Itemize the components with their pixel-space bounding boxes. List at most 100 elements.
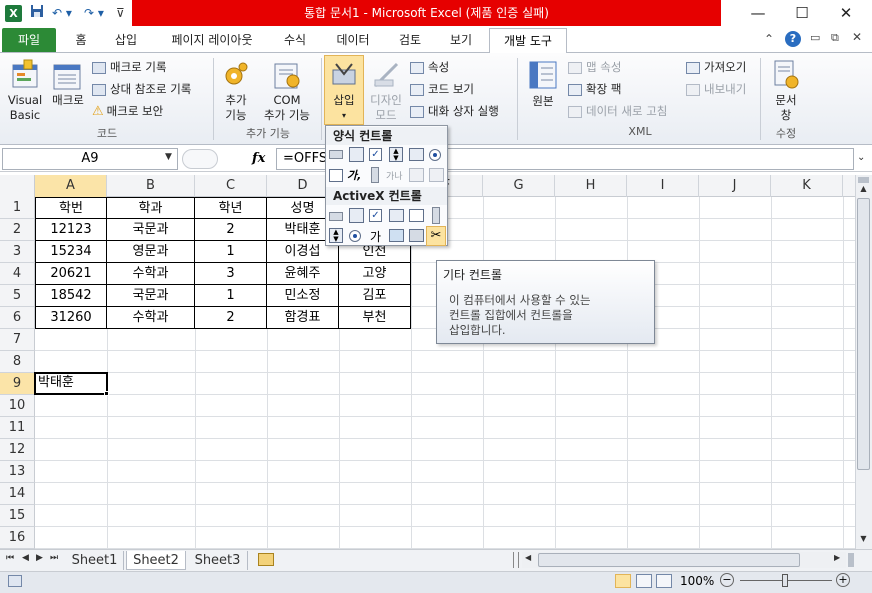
row-header-13[interactable]: 13 xyxy=(0,461,35,483)
row-header-8[interactable]: 8 xyxy=(0,351,35,373)
scroll-up-icon[interactable]: ▲ xyxy=(858,184,869,193)
form-textfield-icon[interactable]: 가나 xyxy=(386,169,403,182)
activex-scrollbar-icon[interactable] xyxy=(432,207,440,224)
cell-a2[interactable]: 12123 xyxy=(35,219,107,241)
cell-e6[interactable]: 부천 xyxy=(339,307,411,329)
workbook-minimize-icon[interactable]: ▭ xyxy=(810,31,820,44)
workbook-restore-icon[interactable]: ⧉ xyxy=(831,31,839,45)
cell-b1[interactable]: 학과 xyxy=(107,197,195,219)
row-header-3[interactable]: 3 xyxy=(0,241,35,263)
row-header-1[interactable]: 1 xyxy=(0,197,35,219)
cell-a1[interactable]: 학번 xyxy=(35,197,107,219)
column-header-k[interactable]: K xyxy=(771,175,843,197)
column-header-g[interactable]: G xyxy=(483,175,555,197)
sheet-nav-first-icon[interactable]: ⏮ xyxy=(6,553,14,563)
sheet-nav-prev-icon[interactable]: ◀ xyxy=(22,553,29,563)
form-option-button-icon[interactable] xyxy=(429,149,441,161)
name-box[interactable]: A9 xyxy=(2,148,178,170)
macro-security-button[interactable]: ⚠ 매크로 보안 xyxy=(92,101,163,121)
column-header-j[interactable]: J xyxy=(699,175,771,197)
cell-d4[interactable]: 윤혜주 xyxy=(267,263,339,285)
formula-bar-handle[interactable] xyxy=(182,149,218,169)
view-code-button[interactable]: 코드 보기 xyxy=(410,79,474,99)
split-box-icon[interactable] xyxy=(858,177,869,183)
sheet-tab-sheet2[interactable]: Sheet2 xyxy=(126,551,186,570)
maximize-button[interactable]: ☐ xyxy=(780,0,824,26)
page-layout-view-icon[interactable] xyxy=(636,574,652,588)
insert-sheet-icon[interactable] xyxy=(258,553,274,566)
zoom-level[interactable]: 100% xyxy=(680,574,714,588)
help-icon[interactable]: ? xyxy=(785,31,801,47)
column-header-c[interactable]: C xyxy=(195,175,267,197)
scroll-left-icon[interactable]: ◀ xyxy=(525,553,531,562)
activex-button-icon[interactable] xyxy=(329,212,343,221)
scroll-down-icon[interactable]: ▼ xyxy=(858,534,869,543)
relative-reference-button[interactable]: 상대 참조로 기록 xyxy=(92,79,191,99)
insert-function-icon[interactable]: fx xyxy=(252,151,265,166)
activex-label-icon[interactable]: 가 xyxy=(370,228,381,245)
cell-c6[interactable]: 2 xyxy=(195,307,267,329)
column-header-h[interactable]: H xyxy=(555,175,627,197)
xml-source-button[interactable]: 원본 xyxy=(524,57,562,117)
activex-spinner-icon[interactable]: ▲ ▼ xyxy=(329,228,343,243)
column-header-i[interactable]: I xyxy=(627,175,699,197)
addins-button[interactable]: 추가 기능 xyxy=(218,57,254,123)
sheet-nav-next-icon[interactable]: ▶ xyxy=(36,553,43,563)
cell-b4[interactable]: 수학과 xyxy=(107,263,195,285)
page-break-view-icon[interactable] xyxy=(656,574,672,588)
more-controls-icon[interactable]: ✂ xyxy=(426,226,446,246)
tab-home[interactable]: 홈 xyxy=(68,27,94,53)
zoom-slider-thumb[interactable] xyxy=(782,574,788,587)
undo-icon[interactable]: ↶ ▾ xyxy=(52,4,72,22)
zoom-in-icon[interactable]: + xyxy=(836,573,850,587)
tab-page-layout[interactable]: 페이지 레이아웃 xyxy=(160,27,264,53)
ribbon-collapse-icon[interactable]: ⌃ xyxy=(764,32,774,46)
workbook-close-icon[interactable]: ✕ xyxy=(852,30,862,44)
cell-c5[interactable]: 1 xyxy=(195,285,267,307)
cell-c4[interactable]: 3 xyxy=(195,263,267,285)
cell-a5[interactable]: 18542 xyxy=(35,285,107,307)
form-groupbox-icon[interactable] xyxy=(329,169,343,182)
visual-basic-button[interactable]: Visual Basic xyxy=(4,57,46,123)
properties-button[interactable]: 속성 xyxy=(410,57,449,77)
tab-file[interactable]: 파일 xyxy=(2,28,56,52)
activex-image-icon[interactable] xyxy=(389,229,404,242)
tab-formulas[interactable]: 수식 xyxy=(278,27,312,53)
row-header-7[interactable]: 7 xyxy=(0,329,35,351)
redo-icon[interactable]: ↷ ▾ xyxy=(84,4,104,22)
activex-listbox-icon[interactable] xyxy=(389,209,404,222)
row-header-2[interactable]: 2 xyxy=(0,219,35,241)
sheet-nav-last-icon[interactable]: ⏭ xyxy=(50,553,58,563)
row-header-4[interactable]: 4 xyxy=(0,263,35,285)
horizontal-scroll-thumb[interactable] xyxy=(538,553,800,567)
export-button[interactable]: 내보내기 xyxy=(686,79,746,99)
vertical-scroll-thumb[interactable] xyxy=(857,198,870,470)
cell-b3[interactable]: 영문과 xyxy=(107,241,195,263)
cell-e5[interactable]: 김포 xyxy=(339,285,411,307)
form-label-icon[interactable]: 가, xyxy=(347,167,361,183)
row-header-12[interactable]: 12 xyxy=(0,439,35,461)
tab-developer[interactable]: 개발 도구 xyxy=(489,28,567,54)
minimize-button[interactable]: — xyxy=(736,0,780,26)
cell-c3[interactable]: 1 xyxy=(195,241,267,263)
cell-a4[interactable]: 20621 xyxy=(35,263,107,285)
cell-a3[interactable]: 15234 xyxy=(35,241,107,263)
form-combo-dropdown-icon[interactable] xyxy=(429,168,444,182)
cell-e4[interactable]: 고양 xyxy=(339,263,411,285)
activex-checkbox-icon[interactable]: ✓ xyxy=(369,209,382,222)
form-checkbox-icon[interactable]: ✓ xyxy=(369,148,382,161)
close-button[interactable]: ✕ xyxy=(824,0,868,26)
save-icon[interactable] xyxy=(30,4,44,22)
cell-d6[interactable]: 함경표 xyxy=(267,307,339,329)
form-button-icon[interactable] xyxy=(329,150,343,159)
row-header-11[interactable]: 11 xyxy=(0,417,35,439)
map-properties-button[interactable]: 맵 속성 xyxy=(568,57,621,77)
sheet-tab-sheet3[interactable]: Sheet3 xyxy=(188,551,248,570)
form-scrollbar-icon[interactable] xyxy=(371,167,379,183)
row-header-10[interactable]: 10 xyxy=(0,395,35,417)
run-dialog-button[interactable]: 대화 상자 실행 xyxy=(410,101,499,121)
sheet-tab-sheet1[interactable]: Sheet1 xyxy=(66,551,124,570)
split-box-horizontal-icon[interactable] xyxy=(848,553,854,567)
form-spinner-icon[interactable]: ▲ ▼ xyxy=(389,147,403,162)
activex-toggle-icon[interactable] xyxy=(409,229,424,242)
